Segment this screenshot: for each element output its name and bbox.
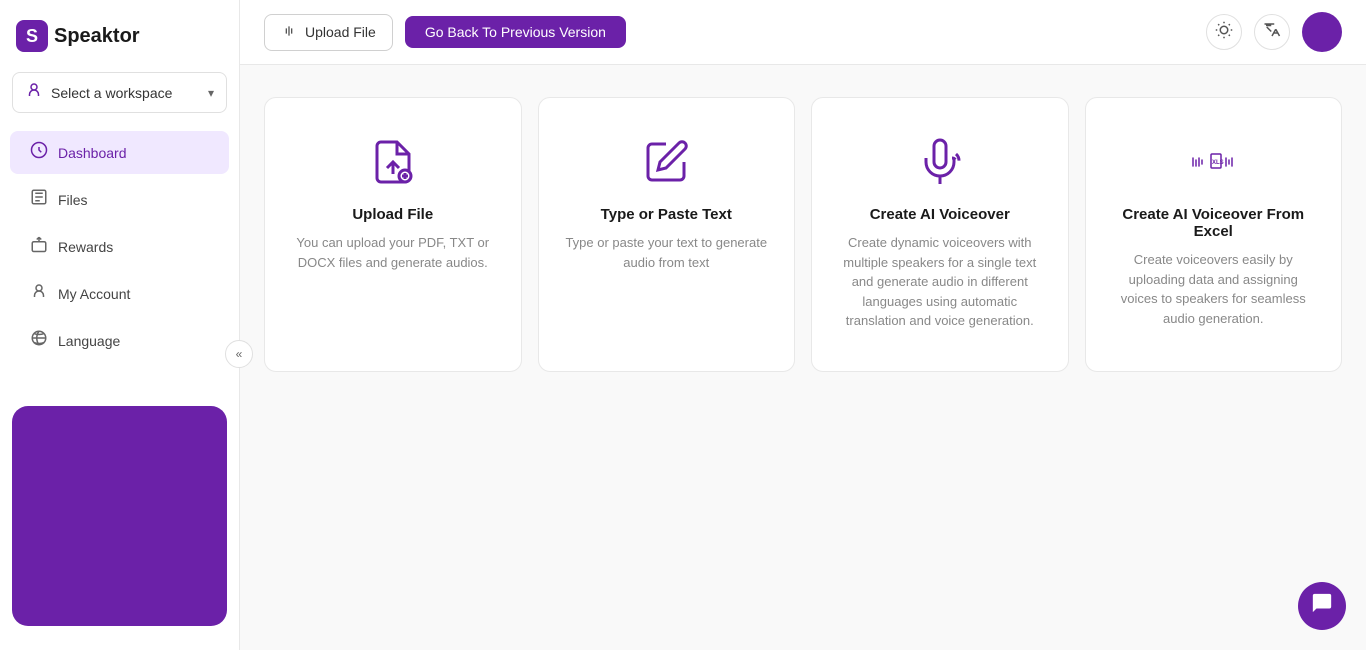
upload-file-card-title: Upload File [352, 206, 433, 223]
sidebar-item-my-account[interactable]: My Account [10, 272, 229, 315]
sidebar-item-my-account-label: My Account [58, 286, 130, 302]
files-icon [30, 188, 48, 211]
language-icon [30, 329, 48, 352]
collapse-icon: « [236, 347, 243, 361]
ai-voiceover-excel-card[interactable]: XLS Create AI Voiceover From Excel Creat… [1085, 97, 1343, 372]
type-paste-card-title: Type or Paste Text [601, 206, 732, 223]
header: Upload File Go Back To Previous Version [240, 0, 1366, 65]
logo-text: Speaktor [54, 25, 140, 48]
upload-file-card[interactable]: Upload File You can upload your PDF, TXT… [264, 97, 522, 372]
workspace-label: Select a workspace [51, 85, 200, 101]
logo-area: S Speaktor [0, 12, 239, 72]
sidebar-collapse-button[interactable]: « [225, 340, 253, 368]
chat-bubble-button[interactable] [1298, 582, 1346, 630]
ai-voiceover-card-icon [916, 138, 964, 186]
header-actions [1206, 12, 1342, 52]
sun-icon [1215, 21, 1233, 44]
translate-button[interactable] [1254, 14, 1290, 50]
type-paste-card-desc: Type or paste your text to generate audi… [563, 233, 771, 272]
account-card [12, 406, 227, 626]
sidebar-item-dashboard-label: Dashboard [58, 145, 127, 161]
chevron-down-icon: ▾ [208, 86, 214, 100]
logo-box: S Speaktor [16, 20, 140, 52]
type-paste-card[interactable]: Type or Paste Text Type or paste your te… [538, 97, 796, 372]
ai-voiceover-excel-card-icon: XLS [1189, 138, 1237, 186]
main-area: Upload File Go Back To Previous Version [240, 0, 1366, 650]
upload-file-button[interactable]: Upload File [264, 14, 393, 51]
user-avatar[interactable] [1302, 12, 1342, 52]
sidebar-bottom [0, 394, 239, 638]
sidebar-item-rewards-label: Rewards [58, 239, 113, 255]
chat-icon [1311, 592, 1333, 620]
upload-button-label: Upload File [305, 24, 376, 40]
logo-icon: S [16, 20, 48, 52]
sidebar-item-dashboard[interactable]: Dashboard [10, 131, 229, 174]
theme-toggle-button[interactable] [1206, 14, 1242, 50]
audio-wave-icon [281, 23, 297, 42]
go-back-button[interactable]: Go Back To Previous Version [405, 16, 626, 48]
cards-grid: Upload File You can upload your PDF, TXT… [264, 97, 1342, 372]
sidebar-item-files[interactable]: Files [10, 178, 229, 221]
sidebar-item-rewards[interactable]: Rewards [10, 225, 229, 268]
ai-voiceover-excel-card-title: Create AI Voiceover From Excel [1110, 206, 1318, 240]
main-content: Upload File You can upload your PDF, TXT… [240, 65, 1366, 650]
workspace-icon [25, 81, 43, 104]
ai-voiceover-card-desc: Create dynamic voiceovers with multiple … [836, 233, 1044, 331]
ai-voiceover-card[interactable]: Create AI Voiceover Create dynamic voice… [811, 97, 1069, 372]
ai-voiceover-card-title: Create AI Voiceover [870, 206, 1010, 223]
dashboard-icon [30, 141, 48, 164]
ai-voiceover-excel-card-desc: Create voiceovers easily by uploading da… [1110, 250, 1318, 328]
sidebar-item-language[interactable]: Language [10, 319, 229, 362]
svg-text:XLS: XLS [1212, 160, 1224, 166]
workspace-selector[interactable]: Select a workspace ▾ [12, 72, 227, 113]
upload-file-card-icon [369, 138, 417, 186]
sidebar-item-language-label: Language [58, 333, 120, 349]
sidebar-item-files-label: Files [58, 192, 88, 208]
sidebar: S Speaktor Select a workspace ▾ Dashboar… [0, 0, 240, 650]
type-paste-card-icon [642, 138, 690, 186]
my-account-icon [30, 282, 48, 305]
upload-file-card-desc: You can upload your PDF, TXT or DOCX fil… [289, 233, 497, 272]
rewards-icon [30, 235, 48, 258]
translate-icon [1263, 21, 1281, 44]
